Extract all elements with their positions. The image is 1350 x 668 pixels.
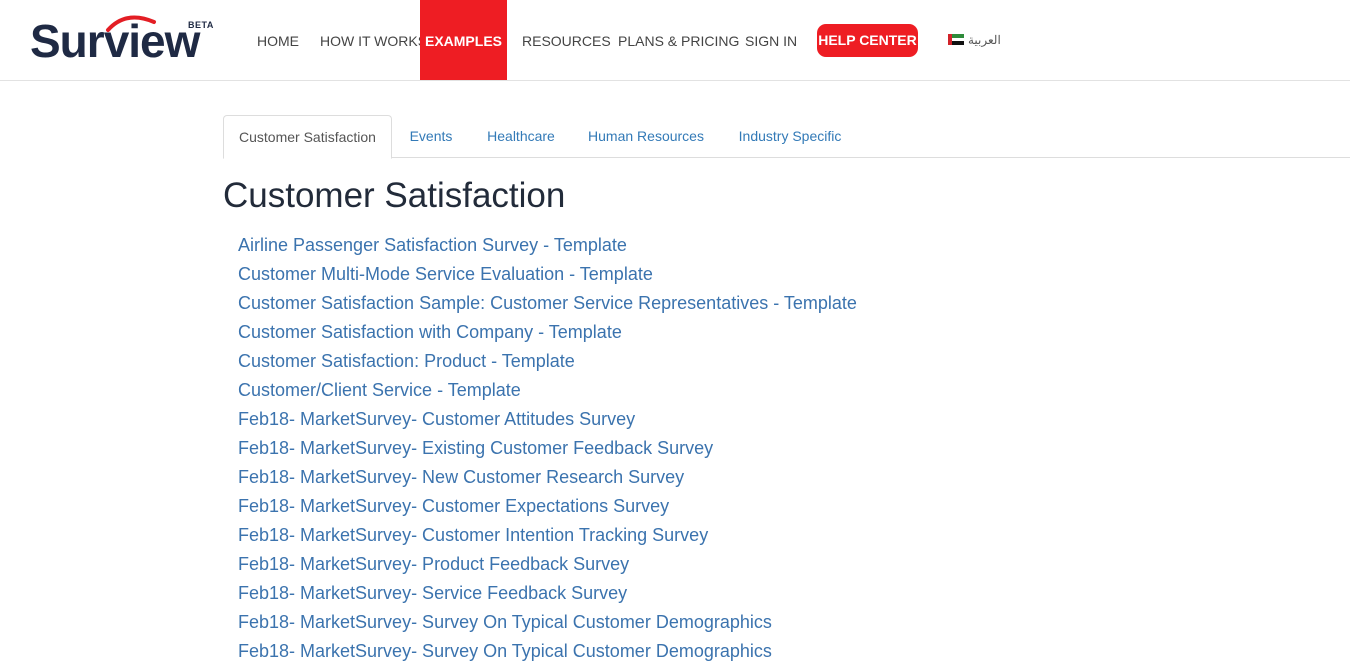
tab-human-resources[interactable]: Human Resources bbox=[577, 115, 715, 156]
template-link[interactable]: Customer Satisfaction: Product - Templat… bbox=[238, 349, 857, 378]
template-link[interactable]: Airline Passenger Satisfaction Survey - … bbox=[238, 233, 857, 262]
logo-wordmark: Surview bbox=[30, 15, 200, 67]
nav-how-it-works[interactable]: HOW IT WORKS bbox=[320, 0, 427, 80]
tab-events[interactable]: Events bbox=[397, 115, 465, 156]
nav-home[interactable]: HOME bbox=[257, 0, 299, 80]
nav-resources[interactable]: RESOURCES bbox=[522, 0, 611, 80]
top-header: Surview BETA HOME HOW IT WORKS EXAMPLES … bbox=[0, 0, 1350, 81]
tab-industry-specific[interactable]: Industry Specific bbox=[727, 115, 853, 156]
page-title: Customer Satisfaction bbox=[223, 176, 566, 215]
template-link[interactable]: Customer Multi-Mode Service Evaluation -… bbox=[238, 262, 857, 291]
nav-sign-in[interactable]: SIGN IN bbox=[745, 0, 797, 80]
template-link[interactable]: Feb18- MarketSurvey- Customer Expectatio… bbox=[238, 494, 857, 523]
uae-flag-icon bbox=[948, 34, 964, 45]
template-link[interactable]: Feb18- MarketSurvey- Existing Customer F… bbox=[238, 436, 857, 465]
template-link[interactable]: Customer/Client Service - Template bbox=[238, 378, 857, 407]
surview-logo[interactable]: Surview BETA bbox=[30, 14, 220, 70]
language-switch[interactable]: العربية bbox=[948, 33, 1001, 49]
beta-badge: BETA bbox=[188, 20, 214, 30]
category-tabs: Customer Satisfaction Events Healthcare … bbox=[223, 115, 1350, 159]
language-label: العربية bbox=[968, 33, 1001, 47]
template-link[interactable]: Customer Satisfaction with Company - Tem… bbox=[238, 320, 857, 349]
template-link[interactable]: Feb18- MarketSurvey- Customer Attitudes … bbox=[238, 407, 857, 436]
nav-examples[interactable]: EXAMPLES bbox=[420, 0, 507, 80]
template-link[interactable]: Feb18- MarketSurvey- Customer Intention … bbox=[238, 523, 857, 552]
template-link[interactable]: Feb18- MarketSurvey- New Customer Resear… bbox=[238, 465, 857, 494]
template-link[interactable]: Feb18- MarketSurvey- Survey On Typical C… bbox=[238, 610, 857, 639]
help-center-button[interactable]: HELP CENTER bbox=[817, 24, 918, 57]
nav-plans-pricing[interactable]: PLANS & PRICING bbox=[618, 0, 739, 80]
template-link[interactable]: Feb18- MarketSurvey- Product Feedback Su… bbox=[238, 552, 857, 581]
template-link[interactable]: Feb18- MarketSurvey- Service Feedback Su… bbox=[238, 581, 857, 610]
template-link[interactable]: Customer Satisfaction Sample: Customer S… bbox=[238, 291, 857, 320]
tab-healthcare[interactable]: Healthcare bbox=[477, 115, 565, 156]
template-list: Airline Passenger Satisfaction Survey - … bbox=[238, 233, 857, 668]
tab-customer-satisfaction[interactable]: Customer Satisfaction bbox=[223, 115, 392, 159]
